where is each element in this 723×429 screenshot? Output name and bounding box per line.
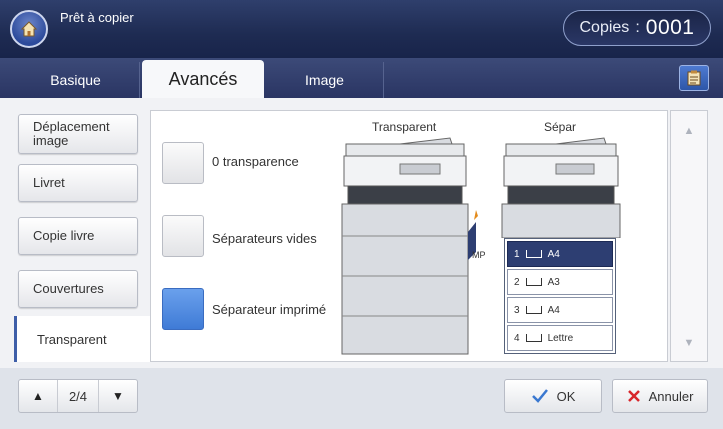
job-settings-button[interactable] bbox=[679, 65, 709, 91]
sidebar-item-couvertures[interactable]: Couvertures bbox=[18, 270, 138, 308]
copies-label: Copies bbox=[579, 19, 630, 36]
tray-item[interactable]: 2 A3 bbox=[507, 269, 613, 295]
copies-value: 0001 bbox=[645, 16, 695, 39]
page-navigator: ▲ 2/4 ▼ bbox=[18, 379, 138, 413]
status-title: Prêt à copier bbox=[60, 10, 134, 25]
option-separateurs-vides-checkbox[interactable] bbox=[162, 215, 204, 257]
cancel-label: Annuler bbox=[648, 388, 694, 404]
ok-label: OK bbox=[556, 388, 576, 404]
option-separateurs-vides-label: Séparateurs vides bbox=[212, 231, 317, 246]
tray-list: 1 A4 2 A3 3 A4 4 Lettre bbox=[504, 238, 616, 354]
arrow-down-icon: ▼ bbox=[112, 389, 124, 403]
home-button[interactable] bbox=[10, 10, 48, 48]
copier-separ-illustration bbox=[501, 137, 621, 238]
tray-icon bbox=[525, 278, 542, 286]
checkmark-icon bbox=[531, 389, 548, 403]
tab-avances[interactable]: Avancés bbox=[142, 60, 264, 98]
clipboard-icon bbox=[687, 70, 701, 86]
copies-counter[interactable]: Copies : 0001 bbox=[563, 10, 711, 46]
tab-bar: Basique Avancés Image bbox=[0, 58, 723, 98]
sidebar-item-copie-livre[interactable]: Copie livre bbox=[18, 217, 138, 255]
tray-size: A4 bbox=[547, 248, 560, 260]
tray-number: 4 bbox=[514, 332, 520, 344]
header-bar: Prêt à copier Copies : 0001 bbox=[0, 0, 723, 58]
option-separateur-imprime-checkbox[interactable] bbox=[162, 288, 204, 330]
arrow-up-icon: ▲ bbox=[32, 389, 44, 403]
tray-icon bbox=[525, 250, 542, 258]
mp-tray-label: MP bbox=[472, 250, 486, 260]
tray-number: 3 bbox=[514, 304, 520, 316]
tab-basique[interactable]: Basique bbox=[12, 62, 140, 98]
copies-separator: : bbox=[635, 19, 640, 36]
option-0-transparence-label: 0 transparence bbox=[212, 154, 299, 169]
page-indicator: 2/4 bbox=[57, 380, 99, 412]
close-icon bbox=[627, 390, 640, 402]
page-up-button[interactable]: ▲ bbox=[19, 380, 57, 412]
scroll-up-icon[interactable]: ▲ bbox=[681, 125, 697, 137]
ok-button[interactable]: OK bbox=[504, 379, 602, 413]
tray-number: 2 bbox=[514, 276, 520, 288]
tray-size: Lettre bbox=[547, 332, 574, 344]
cancel-button[interactable]: Annuler bbox=[612, 379, 708, 413]
illustration-transparent-title: Transparent bbox=[372, 120, 437, 134]
tray-item[interactable]: 1 A4 bbox=[507, 241, 613, 267]
tray-size: A3 bbox=[547, 276, 560, 288]
tray-number: 1 bbox=[514, 248, 520, 260]
sidebar-item-deplacement-image[interactable]: Déplacement image bbox=[18, 114, 138, 154]
page-down-button[interactable]: ▼ bbox=[99, 380, 137, 412]
tray-item[interactable]: 3 A4 bbox=[507, 297, 613, 323]
tab-image[interactable]: Image bbox=[266, 62, 384, 98]
option-separateur-imprime-label: Séparateur imprimé bbox=[212, 302, 327, 317]
sidebar-item-transparent[interactable]: Transparent bbox=[14, 316, 151, 362]
copier-transparent-illustration bbox=[341, 137, 478, 355]
sidebar-item-livret[interactable]: Livret bbox=[18, 164, 138, 202]
tray-icon bbox=[525, 334, 542, 342]
tray-icon bbox=[525, 306, 542, 314]
home-icon bbox=[20, 21, 38, 37]
tray-size: A4 bbox=[547, 304, 560, 316]
option-0-transparence-checkbox[interactable] bbox=[162, 142, 204, 184]
illustration-separ-title: Sépar bbox=[544, 120, 577, 134]
options-scrollbar[interactable]: ▲ ▼ bbox=[670, 110, 708, 362]
tray-item[interactable]: 4 Lettre bbox=[507, 325, 613, 351]
scroll-down-icon[interactable]: ▼ bbox=[681, 337, 697, 349]
